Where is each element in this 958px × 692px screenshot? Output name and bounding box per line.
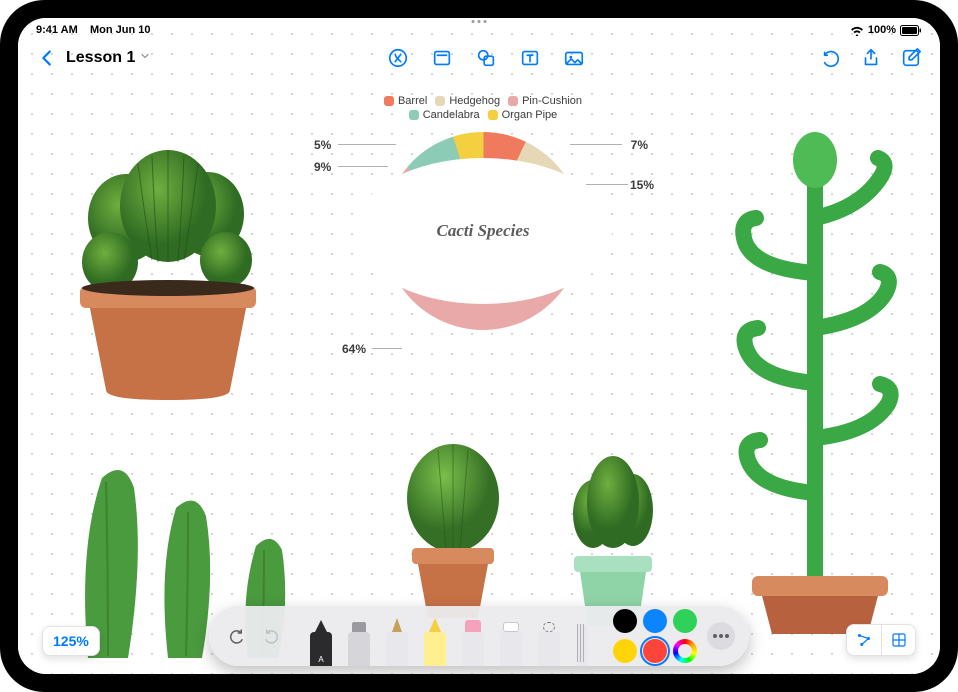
color-yellow[interactable] xyxy=(613,639,637,663)
chart-title: Cacti Species xyxy=(354,158,612,304)
legend-barrel: Barrel xyxy=(398,94,427,108)
pct-candelabra: 9% xyxy=(314,160,331,174)
navigator-button[interactable] xyxy=(847,625,881,655)
view-controls xyxy=(846,624,916,656)
status-date: Mon Jun 10 xyxy=(90,24,151,36)
pen-tool[interactable]: A xyxy=(306,614,336,666)
pct-barrel: 7% xyxy=(631,138,648,152)
multitask-indicator[interactable] xyxy=(472,20,487,23)
tray-redo-button[interactable] xyxy=(259,623,285,649)
pencil-tool[interactable] xyxy=(382,614,412,666)
color-palette xyxy=(613,609,697,663)
battery-icon xyxy=(900,25,922,36)
draw-tool-button[interactable] xyxy=(387,47,409,69)
cactus-photo-barrel[interactable] xyxy=(58,128,278,408)
pct-hedgehog: 15% xyxy=(630,178,654,192)
board-title[interactable]: Lesson 1 xyxy=(66,49,151,67)
freeform-canvas[interactable]: Barrel Hedgehog Pin-Cushion Candelabra O… xyxy=(18,18,940,674)
undo-button[interactable] xyxy=(820,47,842,69)
text-box-button[interactable] xyxy=(519,47,541,69)
sticky-note-button[interactable] xyxy=(431,47,453,69)
fill-tool[interactable] xyxy=(458,614,488,666)
drawing-toolbar: A xyxy=(209,606,749,666)
chart-legend: Barrel Hedgehog Pin-Cushion Candelabra O… xyxy=(328,94,638,122)
legend-organpipe: Organ Pipe xyxy=(502,108,558,122)
legend-pincushion: Pin-Cushion xyxy=(522,94,582,108)
ipad-frame: 9:41 AM Mon Jun 10 100% xyxy=(0,0,958,692)
wifi-icon xyxy=(850,25,864,36)
shapes-button[interactable] xyxy=(475,47,497,69)
eraser-tool[interactable] xyxy=(496,614,526,666)
legend-hedgehog: Hedgehog xyxy=(449,94,500,108)
cactus-drawing-tall[interactable] xyxy=(710,108,920,638)
zoom-level[interactable]: 125% xyxy=(42,626,100,656)
status-right: 100% xyxy=(850,24,922,36)
app-toolbar: Lesson 1 xyxy=(18,40,940,76)
chevron-down-icon xyxy=(139,49,151,67)
color-green[interactable] xyxy=(673,609,697,633)
grid-toggle-button[interactable] xyxy=(881,625,915,655)
tray-undo-button[interactable] xyxy=(223,623,249,649)
color-black[interactable] xyxy=(613,609,637,633)
more-button[interactable] xyxy=(707,622,735,650)
drawing-tools: A xyxy=(295,606,603,666)
screen: 9:41 AM Mon Jun 10 100% xyxy=(18,18,940,674)
cactus-photo-small-1[interactable] xyxy=(378,428,528,628)
zoom-value: 125% xyxy=(53,633,89,649)
media-button[interactable] xyxy=(563,47,585,69)
pct-pincushion: 64% xyxy=(342,342,366,356)
marker-tool[interactable] xyxy=(344,614,374,666)
status-time: 9:41 AM xyxy=(36,24,78,36)
selection-tool[interactable] xyxy=(534,614,564,666)
board-title-text: Lesson 1 xyxy=(66,49,135,67)
color-picker[interactable] xyxy=(673,639,697,663)
donut-chart[interactable]: Barrel Hedgehog Pin-Cushion Candelabra O… xyxy=(328,94,638,424)
legend-candelabra: Candelabra xyxy=(423,108,480,122)
back-button[interactable] xyxy=(36,47,58,69)
color-blue[interactable] xyxy=(643,609,667,633)
ruler-tool[interactable] xyxy=(572,614,592,666)
crayon-tool[interactable] xyxy=(420,614,450,666)
color-red[interactable] xyxy=(643,639,667,663)
share-button[interactable] xyxy=(860,47,882,69)
pct-organpipe: 5% xyxy=(314,138,331,152)
battery-percent: 100% xyxy=(868,24,896,36)
status-left: 9:41 AM Mon Jun 10 xyxy=(36,24,151,36)
compose-button[interactable] xyxy=(900,47,922,69)
